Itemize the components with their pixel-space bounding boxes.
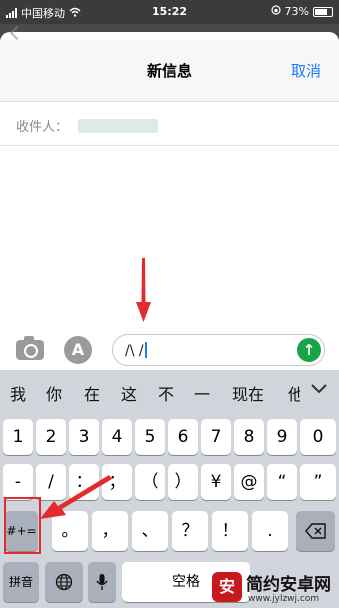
camera-icon[interactable]: [16, 336, 44, 360]
compose-bar: A /\ / ↑: [0, 328, 339, 370]
chevron-down-icon[interactable]: [307, 376, 331, 400]
candidate-item[interactable]: 现在: [232, 381, 264, 405]
key-4[interactable]: 4: [102, 419, 132, 455]
key-8[interactable]: 8: [234, 419, 264, 455]
key-1[interactable]: 1: [3, 419, 33, 455]
key-5[interactable]: 5: [135, 419, 165, 455]
watermark-url: www.jylzwj.com: [248, 594, 320, 604]
key-9[interactable]: 9: [267, 419, 297, 455]
message-text: /\ /: [125, 343, 144, 359]
candidate-item[interactable]: 这: [121, 381, 137, 405]
key-hyphen[interactable]: -: [3, 464, 33, 500]
key-right-quote[interactable]: ”: [300, 464, 336, 500]
recipient-field[interactable]: 收件人：: [0, 102, 339, 146]
key-right-paren[interactable]: ）: [168, 464, 198, 500]
app-store-icon[interactable]: A: [64, 336, 92, 364]
globe-button[interactable]: [45, 562, 83, 602]
key-0[interactable]: 0: [300, 419, 336, 455]
site-watermark: 安 简约安卓网 www.jylzwj.com: [212, 570, 339, 608]
backspace-icon: [304, 523, 326, 539]
delete-button[interactable]: [296, 511, 335, 551]
key-3[interactable]: 3: [69, 419, 99, 455]
key-6[interactable]: 6: [168, 419, 198, 455]
key-7[interactable]: 7: [201, 419, 231, 455]
candidate-bar: 我 你 在 这 不 一 现在 他: [0, 370, 339, 410]
highlight-box: [4, 497, 41, 554]
key-2[interactable]: 2: [36, 419, 66, 455]
key-left-quote[interactable]: “: [267, 464, 297, 500]
watermark-logo: 安: [212, 572, 242, 602]
cancel-button[interactable]: 取消: [291, 60, 321, 81]
key-exclamation[interactable]: ！: [212, 511, 248, 551]
battery-percent: 73%: [284, 5, 309, 18]
watermark-name: 简约安卓网: [246, 575, 331, 595]
key-left-paren[interactable]: （: [135, 464, 165, 500]
candidate-item[interactable]: 一: [194, 381, 210, 405]
page-title: 新信息: [146, 62, 192, 80]
annotation-arrow-icon: [40, 475, 112, 519]
message-input[interactable]: /\ / ↑: [112, 334, 325, 366]
battery-icon: [313, 6, 333, 17]
key-question[interactable]: ？: [172, 511, 208, 551]
microphone-icon: [96, 574, 108, 590]
globe-icon: [55, 573, 73, 591]
recipient-label: 收件人：: [16, 120, 69, 135]
candidate-item[interactable]: 你: [46, 381, 62, 405]
pinyin-button[interactable]: 拼音: [3, 562, 39, 602]
key-dot[interactable]: .: [252, 511, 288, 551]
candidate-item[interactable]: 不: [158, 381, 174, 405]
key-enum-comma[interactable]: 、: [132, 511, 168, 551]
key-yen[interactable]: ¥: [201, 464, 231, 500]
annotation-arrow-icon: [136, 258, 151, 322]
candidate-item[interactable]: 我: [10, 381, 26, 405]
recipient-value-blurred: [78, 119, 158, 133]
status-bar: 中国移动 15:22 73%: [0, 0, 339, 24]
text-caret: [144, 342, 147, 358]
candidate-item[interactable]: 在: [84, 381, 100, 405]
candidate-item[interactable]: 他: [288, 381, 300, 405]
send-icon[interactable]: ↑: [297, 338, 321, 362]
dictation-button[interactable]: [88, 562, 116, 602]
key-at[interactable]: @: [234, 464, 264, 500]
navigation-bar: 新信息 取消: [0, 40, 339, 102]
orientation-lock-icon: [270, 5, 281, 18]
